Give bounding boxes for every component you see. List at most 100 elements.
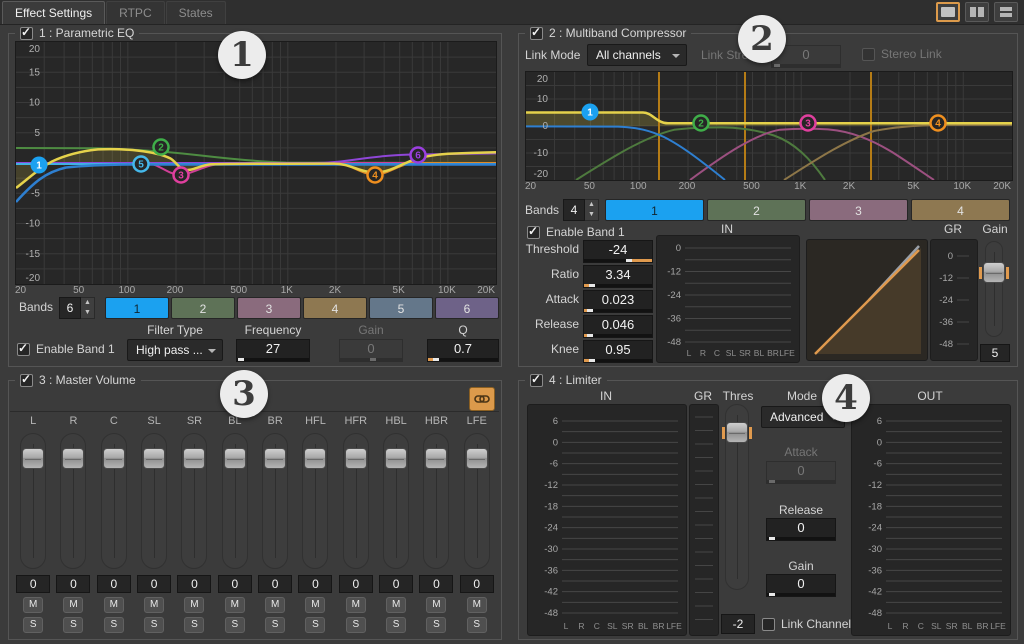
comp-bands-spinner[interactable]: 4 ▲▼ (563, 199, 599, 221)
frequency-field[interactable]: 27 (236, 339, 310, 362)
slider-handle[interactable] (62, 448, 84, 469)
eq-enabled-checkbox[interactable] (20, 27, 33, 40)
slider-handle[interactable] (143, 448, 165, 469)
gain-value[interactable]: 0 (766, 574, 836, 593)
param-mini-slider[interactable] (583, 309, 653, 313)
stereo-link-checkbox[interactable] (862, 48, 875, 61)
solo-button-sl[interactable]: S (144, 617, 164, 633)
tab-rtpc[interactable]: RTPC (106, 1, 164, 24)
band-point-4[interactable]: 4 (368, 168, 383, 183)
param-mini-slider[interactable] (583, 259, 653, 263)
slider-handle[interactable] (385, 448, 407, 469)
channel-link-button[interactable] (469, 387, 495, 411)
param-mini-slider[interactable] (583, 334, 653, 338)
mute-button-hfl[interactable]: M (305, 597, 325, 613)
spinner-arrows[interactable]: ▲▼ (81, 297, 95, 319)
band-point-1[interactable]: 1 (582, 104, 599, 121)
output-gain-slider[interactable] (985, 241, 1003, 337)
slider-handle[interactable] (183, 448, 205, 469)
band-button-4[interactable]: 4 (303, 297, 367, 319)
slider-handle[interactable] (224, 448, 246, 469)
volume-slider-hfr[interactable] (343, 433, 369, 569)
band-button-3[interactable]: 3 (809, 199, 908, 221)
volume-slider-l[interactable] (20, 433, 46, 569)
band-button-2[interactable]: 2 (171, 297, 235, 319)
volume-slider-hfl[interactable] (302, 433, 328, 569)
single-pane-button[interactable] (936, 2, 960, 22)
eq-graph[interactable]: 20151050-5-10-15-20152346 (15, 41, 497, 285)
frequency-value[interactable]: 27 (236, 339, 310, 358)
band-point-2[interactable]: 2 (694, 116, 709, 131)
channel-volume-value[interactable]: 0 (137, 575, 171, 593)
channel-volume-value[interactable]: 0 (379, 575, 413, 593)
band-button-1[interactable]: 1 (105, 297, 169, 319)
param-value[interactable]: 3.34 (583, 265, 653, 284)
enable-band-checkbox[interactable] (17, 343, 30, 356)
band-point-5[interactable]: 5 (134, 157, 149, 172)
channel-volume-value[interactable]: 0 (218, 575, 252, 593)
band-button-1[interactable]: 1 (605, 199, 704, 221)
volume-slider-bl[interactable] (222, 433, 248, 569)
band-button-3[interactable]: 3 (237, 297, 301, 319)
param-value[interactable]: 0.023 (583, 290, 653, 309)
channel-volume-value[interactable]: 0 (16, 575, 50, 593)
enable-band-checkbox[interactable] (527, 226, 540, 239)
release-field[interactable]: 0 (766, 518, 836, 541)
split-vertical-button[interactable] (965, 2, 989, 22)
solo-button-sr[interactable]: S (184, 617, 204, 633)
master-enabled-checkbox[interactable] (20, 374, 33, 387)
release-value[interactable]: 0 (766, 518, 836, 537)
channel-volume-value[interactable]: 0 (177, 575, 211, 593)
threshold-slider[interactable] (725, 404, 749, 590)
param-value[interactable]: 0.046 (583, 315, 653, 334)
param-mini-slider[interactable] (583, 284, 653, 288)
param-field-ratio[interactable]: 3.34 (583, 265, 653, 288)
solo-button-hfr[interactable]: S (346, 617, 366, 633)
gain-field[interactable]: 0 (766, 574, 836, 597)
compressor-enabled-checkbox[interactable] (530, 27, 543, 40)
spin-down-icon[interactable]: ▼ (81, 308, 94, 318)
channel-volume-value[interactable]: 0 (419, 575, 453, 593)
compressor-graph[interactable]: 20100-10-201234 (525, 71, 1013, 181)
channel-volume-value[interactable]: 0 (339, 575, 373, 593)
solo-button-hfl[interactable]: S (305, 617, 325, 633)
release-mini-slider[interactable] (766, 537, 836, 541)
spin-up-icon[interactable]: ▲ (585, 200, 598, 210)
channel-volume-value[interactable]: 0 (97, 575, 131, 593)
band-point-3[interactable]: 3 (174, 168, 189, 183)
slider-handle[interactable] (22, 448, 44, 469)
q-field[interactable]: 0.7 (427, 339, 499, 362)
solo-button-r[interactable]: S (63, 617, 83, 633)
filter-type-dropdown[interactable]: High pass ... (127, 339, 223, 361)
slider-handle[interactable] (345, 448, 367, 469)
solo-button-bl[interactable]: S (225, 617, 245, 633)
tab-effect-settings[interactable]: Effect Settings (2, 1, 105, 24)
band-button-4[interactable]: 4 (911, 199, 1010, 221)
solo-button-c[interactable]: S (104, 617, 124, 633)
band-point-2[interactable]: 2 (154, 140, 169, 155)
gain-mini-slider[interactable] (766, 593, 836, 597)
split-horizontal-button[interactable] (994, 2, 1018, 22)
param-field-release[interactable]: 0.046 (583, 315, 653, 338)
band-button-2[interactable]: 2 (707, 199, 806, 221)
threshold-value[interactable]: -2 (721, 614, 755, 634)
mute-button-hfr[interactable]: M (346, 597, 366, 613)
slider-handle[interactable] (466, 448, 488, 469)
band-button-5[interactable]: 5 (369, 297, 433, 319)
mute-button-hbl[interactable]: M (386, 597, 406, 613)
mute-button-sr[interactable]: M (184, 597, 204, 613)
param-value[interactable]: 0.95 (583, 340, 653, 359)
gain-slider-handle[interactable] (983, 262, 1005, 283)
threshold-slider-handle[interactable] (726, 422, 748, 443)
link-channels-checkbox[interactable] (762, 618, 775, 631)
param-value[interactable]: -24 (583, 240, 653, 259)
slider-handle[interactable] (264, 448, 286, 469)
solo-button-hbr[interactable]: S (426, 617, 446, 633)
tab-states[interactable]: States (166, 1, 226, 24)
mute-button-bl[interactable]: M (225, 597, 245, 613)
limiter-enabled-checkbox[interactable] (530, 374, 543, 387)
volume-slider-br[interactable] (262, 433, 288, 569)
mute-button-sl[interactable]: M (144, 597, 164, 613)
mute-button-c[interactable]: M (104, 597, 124, 613)
spin-down-icon[interactable]: ▼ (585, 210, 598, 220)
